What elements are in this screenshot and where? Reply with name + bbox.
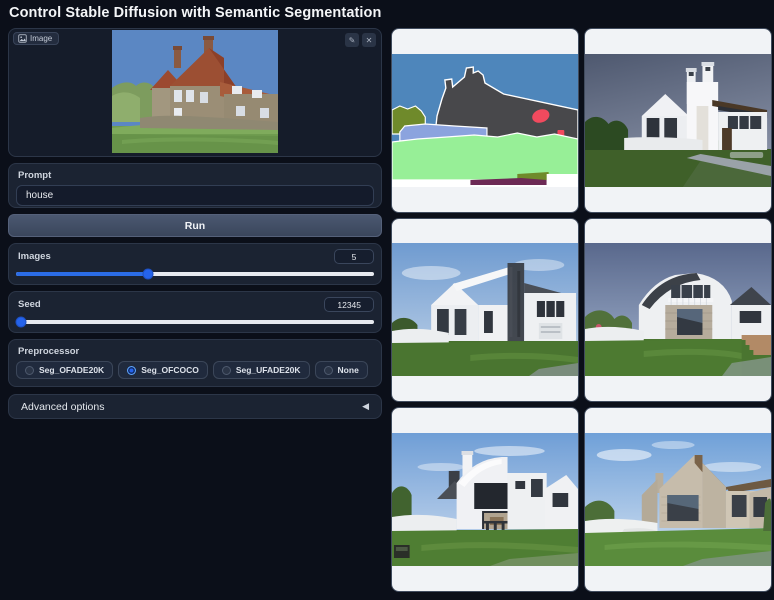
gallery-item-output-2[interactable]: [391, 218, 579, 403]
preprocessor-options: Seg_OFADE20K Seg_OFCOCO Seg_UFADE20K Non…: [16, 361, 374, 379]
generated-house-4-art: [392, 433, 578, 566]
image-input-label: Image: [13, 32, 59, 45]
radio-circle-icon: [127, 366, 136, 375]
radio-seg-ufade20k[interactable]: Seg_UFADE20K: [213, 361, 310, 379]
prompt-block: Prompt: [8, 163, 382, 208]
advanced-options-label: Advanced options: [21, 401, 104, 413]
control-panel: Image ✎ ✕: [8, 28, 382, 419]
advanced-options-accordion[interactable]: Advanced options ◀: [8, 394, 382, 419]
images-slider-track[interactable]: [16, 272, 374, 276]
radio-circle-icon: [324, 366, 333, 375]
image-icon: [18, 34, 27, 43]
generated-house-1-art: [585, 54, 771, 187]
seed-value-box[interactable]: 12345: [324, 297, 374, 312]
page-title: Control Stable Diffusion with Semantic S…: [9, 5, 381, 21]
seed-slider-block: Seed 12345: [8, 291, 382, 333]
images-slider-thumb[interactable]: [143, 269, 154, 280]
generated-house-2-art: [392, 243, 578, 376]
uploaded-house-photo[interactable]: [112, 30, 278, 153]
gallery-item-output-4[interactable]: [391, 407, 579, 592]
radio-circle-icon: [222, 366, 231, 375]
house-photo-art: [112, 30, 278, 153]
radio-none[interactable]: None: [315, 361, 368, 379]
app-window: Control Stable Diffusion with Semantic S…: [0, 0, 774, 600]
gallery-item-segmentation[interactable]: [391, 28, 579, 213]
preprocessor-label: Preprocessor: [18, 346, 374, 357]
run-button[interactable]: Run: [8, 214, 382, 237]
images-slider-block: Images 5: [8, 243, 382, 285]
generated-house-5-art: [585, 433, 771, 566]
collapse-arrow-icon: ◀: [362, 401, 369, 412]
radio-circle-icon: [25, 366, 34, 375]
prompt-input[interactable]: [16, 185, 374, 206]
segmentation-map-art: [392, 54, 578, 187]
output-gallery: [391, 28, 772, 592]
image-input-block[interactable]: Image ✎ ✕: [8, 28, 382, 157]
gallery-item-output-1[interactable]: [584, 28, 772, 213]
seed-slider-label: Seed: [18, 299, 41, 310]
image-toolbar: ✎ ✕: [345, 33, 376, 47]
clear-image-icon[interactable]: ✕: [362, 33, 376, 47]
images-value-box[interactable]: 5: [334, 249, 374, 264]
prompt-label: Prompt: [18, 170, 374, 181]
radio-seg-ofade20k[interactable]: Seg_OFADE20K: [16, 361, 113, 379]
images-slider-label: Images: [18, 251, 51, 262]
preprocessor-block: Preprocessor Seg_OFADE20K Seg_OFCOCO Seg…: [8, 339, 382, 387]
edit-image-icon[interactable]: ✎: [345, 33, 359, 47]
seed-slider-track[interactable]: [16, 320, 374, 324]
gallery-item-output-5[interactable]: [584, 407, 772, 592]
gallery-item-output-3[interactable]: [584, 218, 772, 403]
seed-slider-thumb[interactable]: [16, 317, 27, 328]
generated-house-3-art: [585, 243, 771, 376]
radio-seg-ofcoco[interactable]: Seg_OFCOCO: [118, 361, 208, 379]
